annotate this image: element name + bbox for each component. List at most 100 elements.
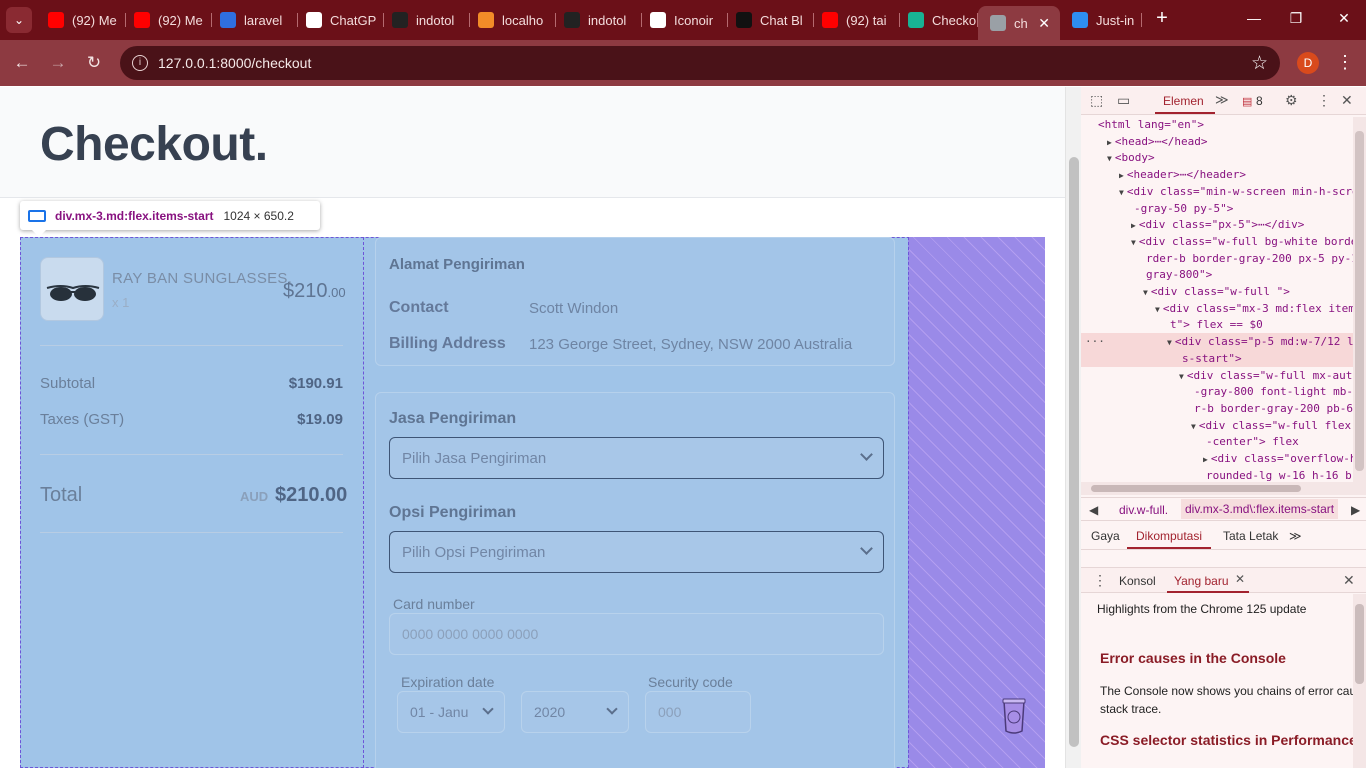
restore-button[interactable]: ❐ bbox=[1286, 10, 1306, 27]
expand-right-icon[interactable]: ▶ bbox=[1203, 455, 1208, 464]
new-tab-button[interactable]: + bbox=[1152, 8, 1172, 28]
scrollbar-thumb[interactable] bbox=[1355, 604, 1364, 684]
dom-node-line[interactable]: r-b border-gray-200 pb-6"> bbox=[1191, 401, 1353, 419]
dom-node-line[interactable]: ▼ <div class="mx-3 md:flex item bbox=[1155, 301, 1353, 319]
dom-node-line[interactable]: s-start"> bbox=[1179, 351, 1242, 369]
dom-node-line[interactable]: rder-b border-gray-200 px-5 py-10 bbox=[1143, 251, 1353, 269]
dom-horizontal-scrollbar[interactable] bbox=[1081, 482, 1353, 495]
shipping-service-select[interactable]: Pilih Jasa Pengiriman bbox=[389, 437, 884, 479]
browser-tab[interactable]: (92) tai bbox=[822, 6, 900, 34]
card-number-input[interactable]: 0000 0000 0000 0000 bbox=[389, 613, 884, 655]
issues-count[interactable]: 8 bbox=[1256, 94, 1263, 108]
browser-tab[interactable]: Checko bbox=[908, 6, 978, 34]
browser-menu-icon[interactable]: ⋮ bbox=[1336, 52, 1354, 73]
back-button[interactable]: ← bbox=[10, 51, 34, 75]
drawer-scrollbar[interactable] bbox=[1353, 594, 1366, 768]
dom-node-line[interactable]: ▼ <div class="w-full flex bbox=[1191, 418, 1351, 436]
expand-right-icon[interactable]: ▶ bbox=[1131, 221, 1136, 230]
expiration-year-select[interactable]: 2020 bbox=[521, 691, 629, 733]
tab-computed[interactable]: Dikomputasi bbox=[1136, 529, 1202, 543]
page-scrollbar[interactable] bbox=[1065, 87, 1081, 768]
dom-node-line[interactable]: -center"> flex bbox=[1203, 434, 1299, 452]
expand-down-icon[interactable]: ▼ bbox=[1107, 154, 1112, 163]
dom-node-line[interactable]: ▼ <div class="w-full bg-white borde bbox=[1131, 234, 1353, 252]
coffee-cup-icon[interactable] bbox=[1000, 697, 1028, 735]
dom-node-line[interactable]: gray-800"> bbox=[1143, 267, 1212, 285]
dom-node-line[interactable]: -gray-50 py-5"> bbox=[1131, 201, 1233, 219]
crumb-current[interactable]: div.mx-3.md\:flex.items-start bbox=[1181, 499, 1339, 519]
security-code-input[interactable]: 000 bbox=[645, 691, 751, 733]
profile-avatar[interactable]: D bbox=[1297, 52, 1319, 74]
bookmark-star-icon[interactable]: ☆ bbox=[1251, 52, 1268, 75]
tab-styles[interactable]: Gaya bbox=[1091, 529, 1120, 543]
dom-node-line[interactable]: ▶ <header>⋯</header> bbox=[1119, 167, 1246, 185]
tab-layout[interactable]: Tata Letak bbox=[1223, 529, 1278, 543]
scrollbar-thumb[interactable] bbox=[1069, 157, 1079, 747]
browser-tab[interactable]: ch ✕ bbox=[978, 6, 1060, 40]
expand-right-icon[interactable]: ▶ bbox=[1107, 138, 1112, 147]
tab-whats-new[interactable]: Yang baru bbox=[1174, 574, 1229, 588]
node-actions-ellipsis[interactable]: ··· bbox=[1085, 334, 1105, 351]
dom-node-line[interactable]: ▶ <div class="overflow-h bbox=[1203, 451, 1353, 469]
dom-tree[interactable]: ··· <html lang="en"> ▶ <head>⋯</head> ▼ <bod… bbox=[1081, 117, 1353, 495]
dom-node-line[interactable]: ▼ <div class="p-5 md:w-7/12 lg bbox=[1167, 334, 1353, 352]
expiration-month-select[interactable]: 01 - Janu bbox=[397, 691, 505, 733]
shipping-option-select[interactable]: Pilih Opsi Pengiriman bbox=[389, 531, 884, 573]
expand-down-icon[interactable]: ▼ bbox=[1119, 188, 1124, 197]
tab-elements[interactable]: Elemen bbox=[1163, 94, 1204, 108]
feature-heading[interactable]: Error causes in the Console bbox=[1100, 650, 1286, 666]
browser-tab[interactable]: Iconoir bbox=[650, 6, 728, 34]
browser-tab[interactable]: localho bbox=[478, 6, 556, 34]
issues-icon[interactable]: ▤ bbox=[1242, 95, 1252, 108]
url-text[interactable]: 127.0.0.1:8000/checkout bbox=[158, 55, 311, 71]
dom-node-line[interactable]: ▶ <head>⋯</head> bbox=[1107, 134, 1208, 152]
dom-node-line[interactable]: <html lang="en"> bbox=[1095, 117, 1204, 135]
tab-console[interactable]: Konsol bbox=[1119, 574, 1156, 588]
more-tabs-icon[interactable]: ≫ bbox=[1289, 529, 1302, 543]
feature-heading[interactable]: CSS selector statistics in Performance bbox=[1100, 732, 1357, 748]
crumb-scroll-right-icon[interactable]: ▶ bbox=[1351, 503, 1360, 517]
dom-node-line[interactable]: ▶ <div class="px-5">⋯</div> bbox=[1131, 217, 1304, 235]
dom-node-line[interactable]: ▼ <div class="min-w-screen min-h-scre bbox=[1119, 184, 1353, 202]
scrollbar-thumb[interactable] bbox=[1355, 131, 1364, 471]
site-info-icon[interactable]: i bbox=[132, 55, 148, 71]
expand-down-icon[interactable]: ▼ bbox=[1167, 338, 1172, 347]
dom-node-line[interactable]: ▼ <div class="w-full "> bbox=[1143, 284, 1290, 302]
browser-tab[interactable]: (92) Me bbox=[48, 6, 126, 34]
expand-down-icon[interactable]: ▼ bbox=[1179, 372, 1184, 381]
browser-tab[interactable]: ChatGP bbox=[306, 6, 384, 34]
expand-right-icon[interactable]: ▶ bbox=[1119, 171, 1124, 180]
dom-node-line[interactable]: -gray-800 font-light mb-6 bbox=[1191, 384, 1353, 402]
scrollbar-thumb[interactable] bbox=[1091, 485, 1301, 492]
minimize-button[interactable]: — bbox=[1244, 10, 1264, 26]
dom-node-line[interactable]: t"> flex == $0 bbox=[1167, 317, 1263, 335]
crumb-parent[interactable]: div.w-full. bbox=[1119, 503, 1168, 517]
tab-search-button[interactable]: ⌄ bbox=[6, 7, 32, 33]
close-drawer-icon[interactable]: ✕ bbox=[1343, 572, 1355, 589]
close-window-button[interactable]: ✕ bbox=[1334, 10, 1354, 27]
dom-vertical-scrollbar[interactable] bbox=[1353, 117, 1366, 495]
inspect-element-icon[interactable]: ⬚ bbox=[1090, 92, 1103, 109]
settings-gear-icon[interactable]: ⚙ bbox=[1285, 92, 1298, 109]
close-devtools-icon[interactable]: ✕ bbox=[1341, 92, 1353, 109]
browser-tab[interactable]: Just-in bbox=[1072, 6, 1142, 34]
browser-tab[interactable]: Chat Bl bbox=[736, 6, 814, 34]
browser-tab[interactable]: indotol bbox=[392, 6, 470, 34]
expand-down-icon[interactable]: ▼ bbox=[1143, 288, 1148, 297]
browser-tab[interactable]: (92) Me bbox=[134, 6, 212, 34]
address-bar[interactable]: i 127.0.0.1:8000/checkout ☆ bbox=[120, 46, 1280, 80]
dom-node-line[interactable]: ▼ <div class="w-full mx-auto bbox=[1179, 368, 1353, 386]
expand-down-icon[interactable]: ▼ bbox=[1191, 422, 1196, 431]
crumb-scroll-left-icon[interactable]: ◀ bbox=[1089, 503, 1098, 517]
reload-button[interactable]: ↻ bbox=[82, 51, 106, 75]
forward-button[interactable]: → bbox=[46, 51, 70, 75]
close-tab-icon[interactable]: ✕ bbox=[1235, 572, 1245, 586]
expand-down-icon[interactable]: ▼ bbox=[1155, 305, 1160, 314]
drawer-menu-icon[interactable]: ⋮ bbox=[1093, 572, 1107, 589]
browser-tab[interactable]: laravel bbox=[220, 6, 298, 34]
browser-tab[interactable]: indotol bbox=[564, 6, 642, 34]
more-tabs-icon[interactable]: ≫ bbox=[1215, 92, 1229, 108]
device-toolbar-icon[interactable]: ▭ bbox=[1117, 92, 1130, 109]
expand-down-icon[interactable]: ▼ bbox=[1131, 238, 1136, 247]
dom-node-line[interactable]: ▼ <body> bbox=[1107, 150, 1155, 168]
